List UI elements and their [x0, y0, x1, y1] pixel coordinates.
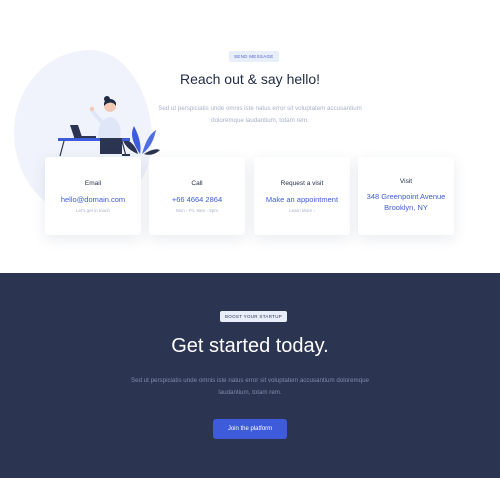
cta-description: Sed ut perspiciatis unde omnis iste natu… [131, 377, 369, 396]
section-title: Reach out & say hello! [179, 71, 321, 87]
contact-section: Send message Reach out & say hello! Sed … [0, 0, 500, 273]
email-link[interactable]: hello@domain.com [45, 194, 141, 205]
join-platform-button[interactable]: Join the platform [213, 419, 287, 439]
boost-badge: Boost your startup [220, 311, 288, 322]
learn-more-link[interactable]: Learn More › [254, 208, 350, 213]
card-subtext: Let's get in touch [76, 208, 110, 213]
card-title: Visit [399, 178, 413, 185]
address-link[interactable]: 348 Greenpoint Avenue Brooklyn, NY [358, 191, 454, 213]
contact-card-email: Email hello@domain.com Let's get in touc… [45, 157, 141, 235]
card-title: Email [84, 180, 102, 187]
send-message-badge: Send message [229, 51, 279, 62]
cta-section: Boost your startup Get started today. Se… [0, 273, 500, 478]
cta-title: Get started today. [171, 335, 329, 357]
card-subtext: Mon - Fri, 9am - 5pm [175, 208, 218, 213]
contact-card-request-visit: Request a visit Make an appointment Lear… [254, 157, 350, 235]
phone-link[interactable]: +66 4664 2864 [149, 194, 245, 205]
contact-card-call: Call +66 4664 2864 Mon - Fri, 9am - 5pm [149, 157, 245, 235]
card-title: Request a visit [280, 180, 324, 187]
contact-card-visit: Visit 348 Greenpoint Avenue Brooklyn, NY [358, 157, 454, 235]
appointment-link[interactable]: Make an appointment [254, 194, 350, 205]
section-description: Sed ut perspiciatis unde omnis iste natu… [158, 105, 362, 124]
card-title: Call [191, 180, 203, 187]
